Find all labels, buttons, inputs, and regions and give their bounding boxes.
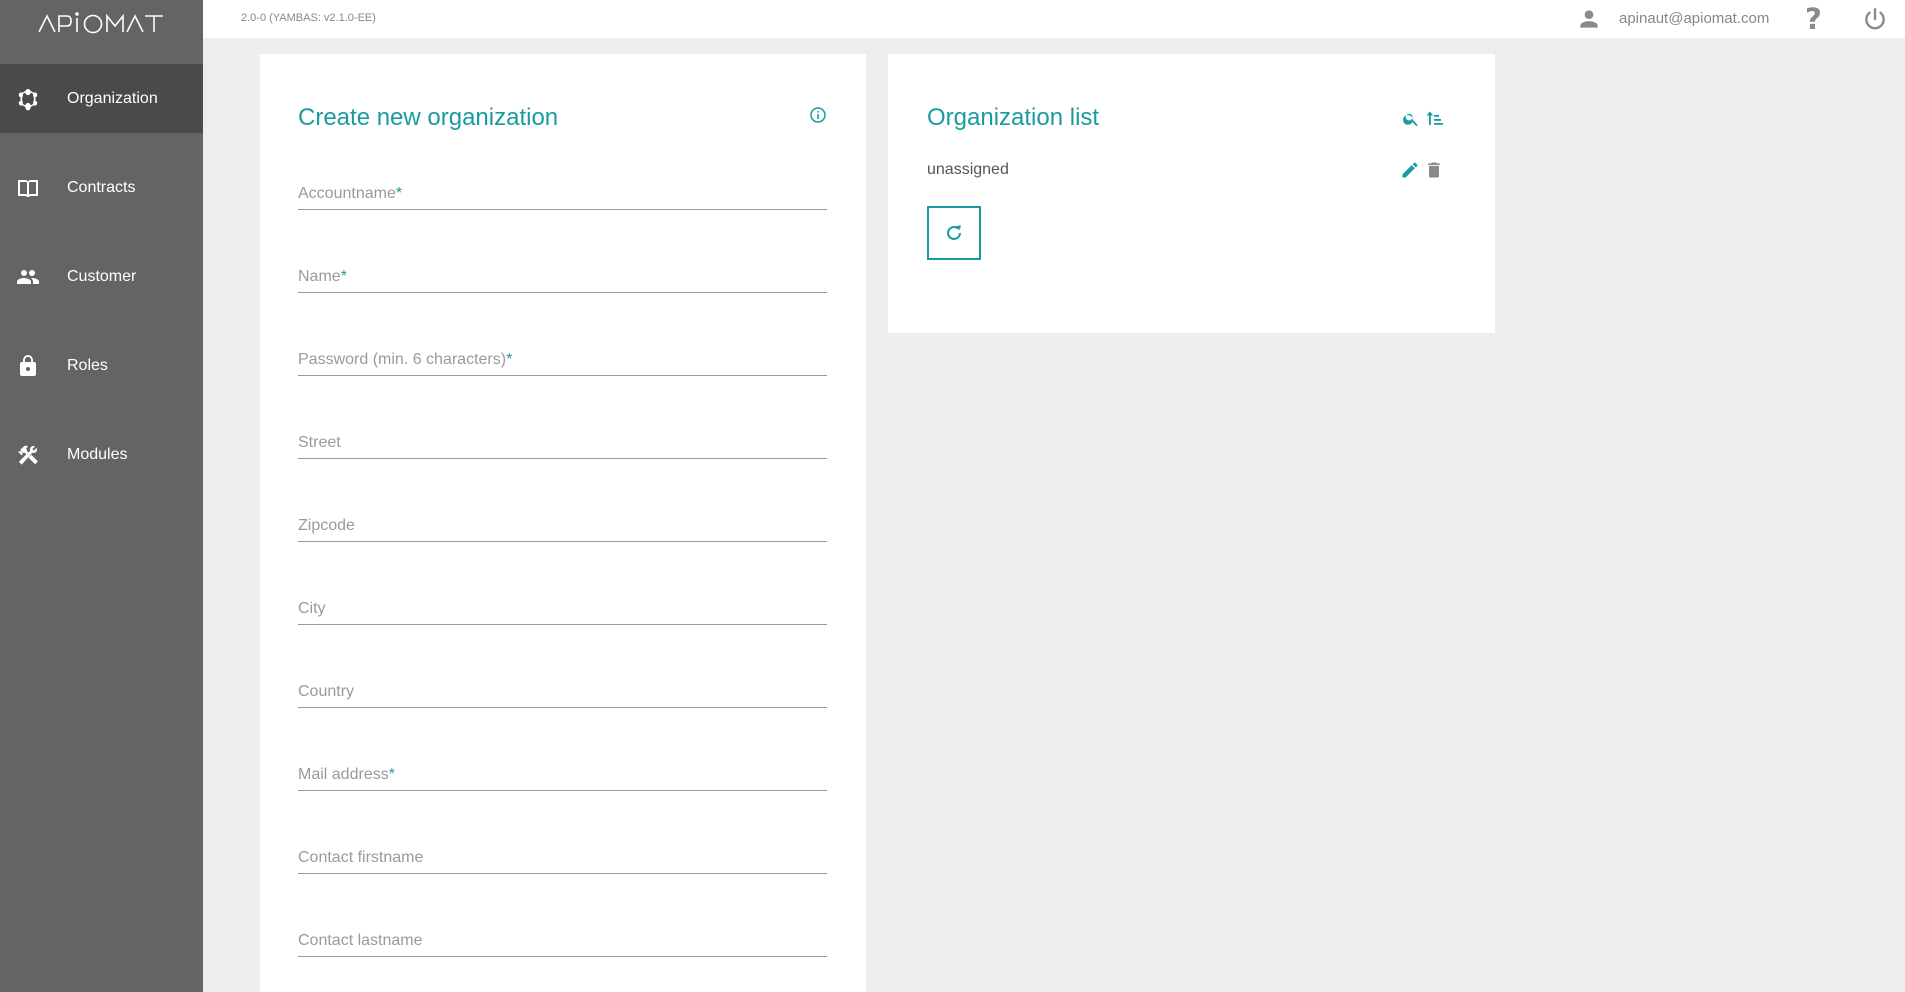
field-label: Password (min. 6 characters)*: [298, 351, 513, 368]
list-item[interactable]: unassigned: [927, 161, 1009, 179]
sidebar: Organization Contracts Customer Roles Mo…: [0, 0, 203, 992]
name-field[interactable]: Name*: [298, 243, 827, 293]
mail-address-field[interactable]: Mail address*: [298, 741, 827, 791]
create-panel-title: Create new organization: [298, 104, 559, 131]
apiomat-logo-mark: [37, 11, 163, 33]
field-label: Contact lastname: [298, 932, 423, 949]
sidebar-item-label: Contracts: [67, 178, 136, 196]
contact-lastname-field[interactable]: Contact lastname: [298, 907, 827, 957]
apiomat-logo[interactable]: [0, 0, 203, 47]
field-label: Contact firstname: [298, 849, 424, 866]
street-field[interactable]: Street: [298, 409, 827, 459]
field-label: Street: [298, 434, 341, 451]
delete-icon[interactable]: [1424, 160, 1444, 180]
accountname-field[interactable]: Accountname*: [298, 160, 827, 210]
country-field[interactable]: Country: [298, 658, 827, 708]
lock-icon: [14, 352, 42, 380]
version-text: 2.0-0 (YAMBAS: v2.1.0-EE): [241, 12, 376, 24]
organization-list-panel: Organization list unassigned: [888, 54, 1495, 333]
zipcode-field[interactable]: Zipcode: [298, 492, 827, 542]
people-icon: [14, 263, 42, 291]
user-icon[interactable]: [1576, 6, 1602, 32]
power-icon[interactable]: [1862, 6, 1888, 32]
field-label: Mail address*: [298, 766, 395, 783]
refresh-icon: [947, 225, 961, 240]
edit-icon[interactable]: [1400, 160, 1420, 180]
sidebar-item-roles[interactable]: Roles: [0, 331, 203, 400]
password-field[interactable]: Password (min. 6 characters)*: [298, 326, 827, 376]
sidebar-nav: Organization Contracts Customer Roles Mo…: [0, 64, 203, 489]
sidebar-item-organization[interactable]: Organization: [0, 64, 203, 133]
user-email[interactable]: apinaut@apiomat.com: [1619, 10, 1769, 27]
field-label: Accountname*: [298, 185, 403, 202]
city-field[interactable]: City: [298, 575, 827, 625]
sidebar-item-contracts[interactable]: Contracts: [0, 153, 203, 222]
field-label: Zipcode: [298, 517, 355, 534]
book-icon: [14, 174, 42, 202]
sidebar-item-label: Modules: [67, 445, 128, 463]
tools-icon: [14, 441, 42, 469]
sidebar-item-label: Customer: [67, 267, 137, 285]
field-label: Name*: [298, 268, 347, 285]
sidebar-item-label: Organization: [67, 89, 158, 107]
sidebar-item-label: Roles: [67, 356, 108, 374]
sidebar-item-customer[interactable]: Customer: [0, 242, 203, 311]
create-organization-panel: Create new organization Accountname* Nam…: [260, 54, 866, 992]
refresh-button[interactable]: [927, 206, 981, 260]
list-panel-title: Organization list: [927, 104, 1100, 131]
top-bar: 2.0-0 (YAMBAS: v2.1.0-EE) apinaut@apioma…: [203, 0, 1905, 38]
sidebar-item-modules[interactable]: Modules: [0, 420, 203, 489]
sort-icon[interactable]: [1426, 110, 1446, 128]
field-label: City: [298, 600, 326, 617]
organization-icon: [14, 85, 42, 113]
search-icon[interactable]: [1402, 110, 1420, 128]
help-icon[interactable]: ?: [1805, 2, 1822, 36]
info-icon[interactable]: [809, 106, 827, 124]
field-label: Country: [298, 683, 355, 700]
contact-firstname-field[interactable]: Contact firstname: [298, 824, 827, 874]
